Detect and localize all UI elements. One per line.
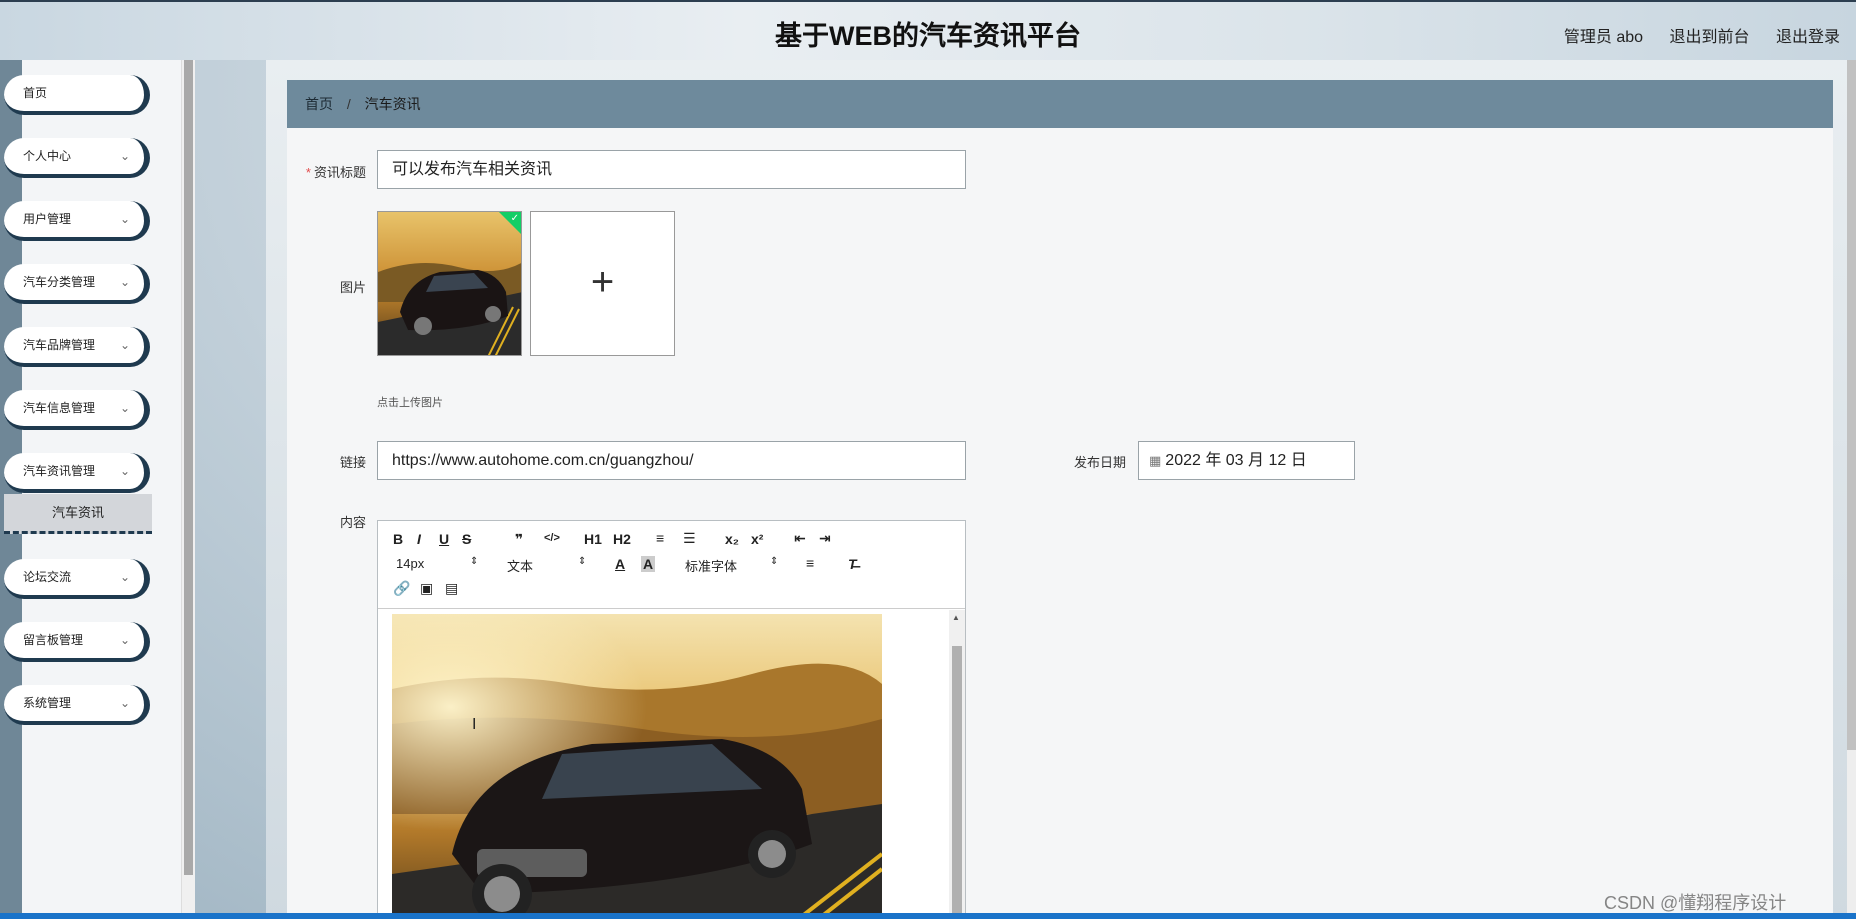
watermark-text: CSDN @懂翔程序设计 (1604, 893, 1787, 913)
chevron-down-icon: ⌄ (119, 633, 130, 647)
sidebar-item-message-board[interactable]: 留言板管理 ⌄ (4, 622, 150, 662)
breadcrumb-separator: / (346, 96, 351, 112)
link-icon[interactable]: 🔗 (393, 580, 410, 597)
breadcrumb-home[interactable]: 首页 (305, 96, 333, 112)
chevron-down-icon: ⌄ (119, 464, 130, 478)
publish-date-picker[interactable]: ▦ 2022 年 03 月 12 日 (1138, 441, 1355, 480)
header-nav: 管理员 abo 退出到前台 退出登录 (1542, 23, 1840, 47)
scroll-up-icon[interactable]: ▲ (952, 613, 960, 622)
sidebar-item-label: 论坛交流 (23, 570, 72, 584)
editor-toolbar: B I U S ❞ </> H1 H2 ≡ ☰ x₂ x² ⇤ ⇥ 14px ⇕… (378, 521, 965, 609)
sidebar-item-car-info[interactable]: 汽车信息管理 ⌄ (4, 390, 150, 430)
required-marker: * (305, 165, 311, 180)
sidebar-item-car-category[interactable]: 汽车分类管理 ⌄ (4, 264, 150, 304)
image-icon[interactable]: ▣ (420, 580, 433, 597)
blockquote-button[interactable]: ❞ (515, 531, 523, 548)
video-icon[interactable]: ▤ (445, 580, 458, 597)
ordered-list-button[interactable]: ≡ (656, 530, 664, 546)
indent-button[interactable]: ⇥ (819, 530, 831, 547)
image-upload-button[interactable]: + (530, 211, 675, 356)
editor-scrollbar[interactable]: ▲ (949, 610, 965, 919)
sidebar-item-label: 汽车信息管理 (23, 401, 96, 415)
sidebar-item-label: 个人中心 (23, 149, 72, 163)
font-color-icon[interactable]: A (615, 556, 625, 572)
strikethrough-button[interactable]: S (462, 531, 471, 547)
sidebar-item-label: 系统管理 (23, 696, 72, 710)
uploaded-image-thumbnail[interactable]: ✓ (377, 211, 522, 356)
select-arrows-icon: ⇕ (470, 556, 479, 567)
font-size-select[interactable]: 14px (396, 556, 424, 571)
submenu-item-car-news[interactable]: 汽车资讯 (4, 494, 152, 534)
italic-button[interactable]: I (417, 531, 421, 547)
car-photo-large (392, 614, 882, 919)
outdent-button[interactable]: ⇤ (794, 530, 806, 547)
clear-format-icon[interactable]: T̶ (848, 556, 857, 572)
publish-date-value: 2022 年 03 月 12 日 (1165, 452, 1307, 469)
title-label: * 资讯标题 (305, 165, 366, 180)
chevron-down-icon: ⌄ (119, 338, 130, 352)
breadcrumb-current: 汽车资讯 (364, 96, 421, 112)
text-cursor-icon: I (472, 716, 477, 733)
upload-hint: 点击上传图片 (377, 397, 443, 409)
admin-user-label: 管理员 abo (1563, 29, 1644, 46)
sidebar-item-label: 留言板管理 (23, 633, 84, 647)
bottom-progress-bar (0, 913, 1856, 919)
publish-date-label: 发布日期 (1073, 455, 1126, 470)
chevron-down-icon: ⌄ (119, 696, 130, 710)
top-header: 基于WEB的汽车资讯平台 管理员 abo 退出到前台 退出登录 (0, 0, 1856, 60)
sidebar-item-label: 汽车资讯管理 (23, 464, 96, 478)
chevron-down-icon: ⌄ (119, 275, 130, 289)
logout-link[interactable]: 退出登录 (1776, 29, 1840, 46)
sidebar-item-label: 汽车分类管理 (23, 275, 96, 289)
image-label: 图片 (339, 280, 366, 295)
link-label: 链接 (339, 455, 366, 470)
bold-button[interactable]: B (393, 531, 403, 547)
select-arrows-icon: ⇕ (578, 556, 587, 567)
heading2-button[interactable]: H2 (613, 531, 631, 547)
sidebar-item-system[interactable]: 系统管理 ⌄ (4, 685, 150, 725)
select-arrows-icon: ⇕ (770, 556, 779, 567)
page-scrollbar[interactable] (1847, 60, 1856, 919)
sidebar-item-forum[interactable]: 论坛交流 ⌄ (4, 559, 150, 599)
news-title-input[interactable]: 可以发布汽车相关资讯 (377, 150, 966, 189)
rich-text-editor: B I U S ❞ </> H1 H2 ≡ ☰ x₂ x² ⇤ ⇥ 14px ⇕… (377, 520, 966, 919)
chevron-down-icon: ⌄ (119, 570, 130, 584)
superscript-button[interactable]: x² (751, 531, 763, 547)
text-style-select[interactable]: 文本 (507, 556, 533, 575)
background-color-icon[interactable]: A (641, 556, 656, 572)
chevron-down-icon: ⌄ (119, 401, 130, 415)
content-image (392, 614, 882, 919)
editor-content-area[interactable] (378, 610, 965, 919)
sidebar-scrollbar[interactable] (181, 60, 195, 919)
exit-to-front-link[interactable]: 退出到前台 (1670, 29, 1750, 46)
breadcrumb: 首页 / 汽车资讯 (287, 80, 1833, 128)
success-check-icon: ✓ (499, 212, 521, 234)
calendar-icon: ▦ (1149, 453, 1162, 468)
sidebar-item-label: 首页 (23, 86, 48, 100)
sidebar-item-label: 汽车品牌管理 (23, 338, 96, 352)
subscript-button[interactable]: x₂ (725, 531, 739, 547)
sidebar-item-car-news[interactable]: 汽车资讯管理 ⌄ (4, 453, 150, 493)
underline-button[interactable]: U (439, 531, 449, 547)
sidebar-item-car-brand[interactable]: 汽车品牌管理 ⌄ (4, 327, 150, 367)
sidebar-item-user-management[interactable]: 用户管理 ⌄ (4, 201, 150, 241)
sidebar-item-home[interactable]: 首页 (4, 75, 150, 115)
content-label: 内容 (339, 515, 366, 530)
heading1-button[interactable]: H1 (584, 531, 602, 547)
sidebar-item-personal-center[interactable]: 个人中心 ⌄ (4, 138, 150, 178)
sidebar-item-label: 用户管理 (23, 212, 72, 226)
chevron-down-icon: ⌄ (119, 149, 130, 163)
bullet-list-button[interactable]: ☰ (683, 530, 696, 547)
chevron-down-icon: ⌄ (119, 212, 130, 226)
align-icon[interactable]: ≡ (806, 555, 814, 571)
link-input[interactable]: https://www.autohome.com.cn/guangzhou/ (377, 441, 966, 480)
font-family-select[interactable]: 标准字体 (685, 556, 737, 575)
code-block-button[interactable]: </> (544, 532, 560, 544)
